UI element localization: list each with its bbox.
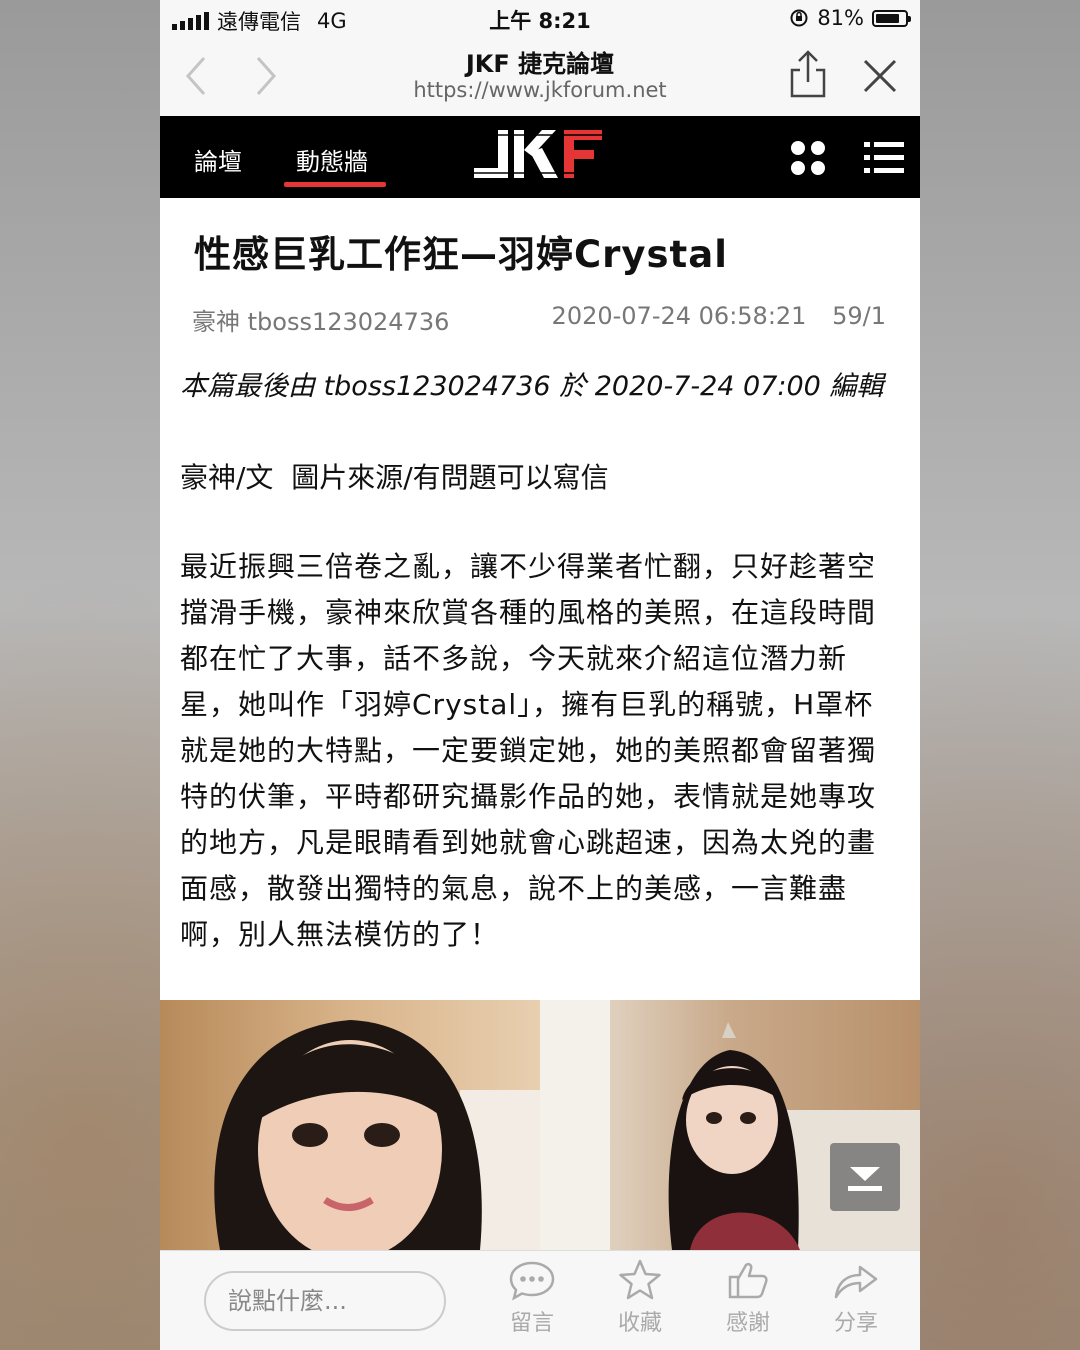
post-meta: 豪神 tboss123024736 2020-07-24 06:58:21 59… xyxy=(192,302,886,337)
star-icon xyxy=(619,1259,661,1300)
status-bar: 遠傳電信 4G 上午 8:21 81% xyxy=(160,0,920,38)
orientation-lock-icon xyxy=(790,9,808,27)
post-byline: 豪神/文 圖片來源/有問題可以寫信 xyxy=(180,461,609,494)
favorite-button[interactable]: 收藏 xyxy=(600,1259,680,1337)
bottom-action-bar: 說點什麼... 留言 收藏 感謝 分享 xyxy=(160,1250,920,1350)
hamburger-menu-icon[interactable] xyxy=(864,138,904,178)
comment-label: 留言 xyxy=(509,1311,554,1336)
post-author[interactable]: 豪神 tboss123024736 xyxy=(192,308,449,336)
scroll-down-button[interactable] xyxy=(830,1143,900,1211)
jkf-logo[interactable] xyxy=(474,126,606,182)
share-post-button[interactable]: 分享 xyxy=(816,1259,896,1337)
comment-input[interactable]: 說點什麼... xyxy=(204,1271,446,1331)
thanks-label: 感謝 xyxy=(725,1311,770,1336)
favorite-label: 收藏 xyxy=(617,1311,662,1336)
comment-button[interactable]: 留言 xyxy=(492,1259,572,1337)
tab-feed[interactable]: 動態牆 xyxy=(296,142,368,177)
post-datetime: 2020-07-24 06:58:21 xyxy=(551,302,807,330)
four-dots-icon[interactable] xyxy=(788,138,828,178)
site-header: 論壇 動態牆 xyxy=(160,116,920,198)
battery-icon xyxy=(872,9,911,27)
thanks-button[interactable]: 感謝 xyxy=(708,1259,788,1337)
share-label: 分享 xyxy=(833,1311,878,1336)
post-stats: 59/1 xyxy=(832,302,886,330)
phone-screen: 遠傳電信 4G 上午 8:21 81% JKF 捷克論壇 https://www… xyxy=(160,0,920,1350)
post-photo-1[interactable] xyxy=(160,1000,540,1250)
post-title: 性感巨乳工作狂—羽婷Crystal xyxy=(194,233,728,276)
active-tab-indicator xyxy=(284,182,386,187)
browser-bar: JKF 捷克論壇 https://www.jkforum.net xyxy=(160,38,920,116)
share-icon[interactable] xyxy=(788,48,828,100)
post-body: 最近振興三倍卷之亂，讓不少得業者忙翻，只好趁著空擋滑手機，豪神來欣賞各種的風格的… xyxy=(180,550,877,951)
battery-percent: 81% xyxy=(817,6,864,30)
close-icon[interactable] xyxy=(860,56,900,96)
arrow-down-icon xyxy=(848,1167,882,1191)
post-photo-2[interactable] xyxy=(540,1000,920,1250)
speech-bubble-icon xyxy=(509,1261,555,1301)
tab-forum[interactable]: 論壇 xyxy=(194,142,242,177)
share-arrow-icon xyxy=(834,1265,878,1299)
thumbs-up-icon xyxy=(728,1262,768,1299)
edit-note: 本篇最後由 tboss123024736 於 2020-7-24 07:00 編… xyxy=(180,371,884,402)
